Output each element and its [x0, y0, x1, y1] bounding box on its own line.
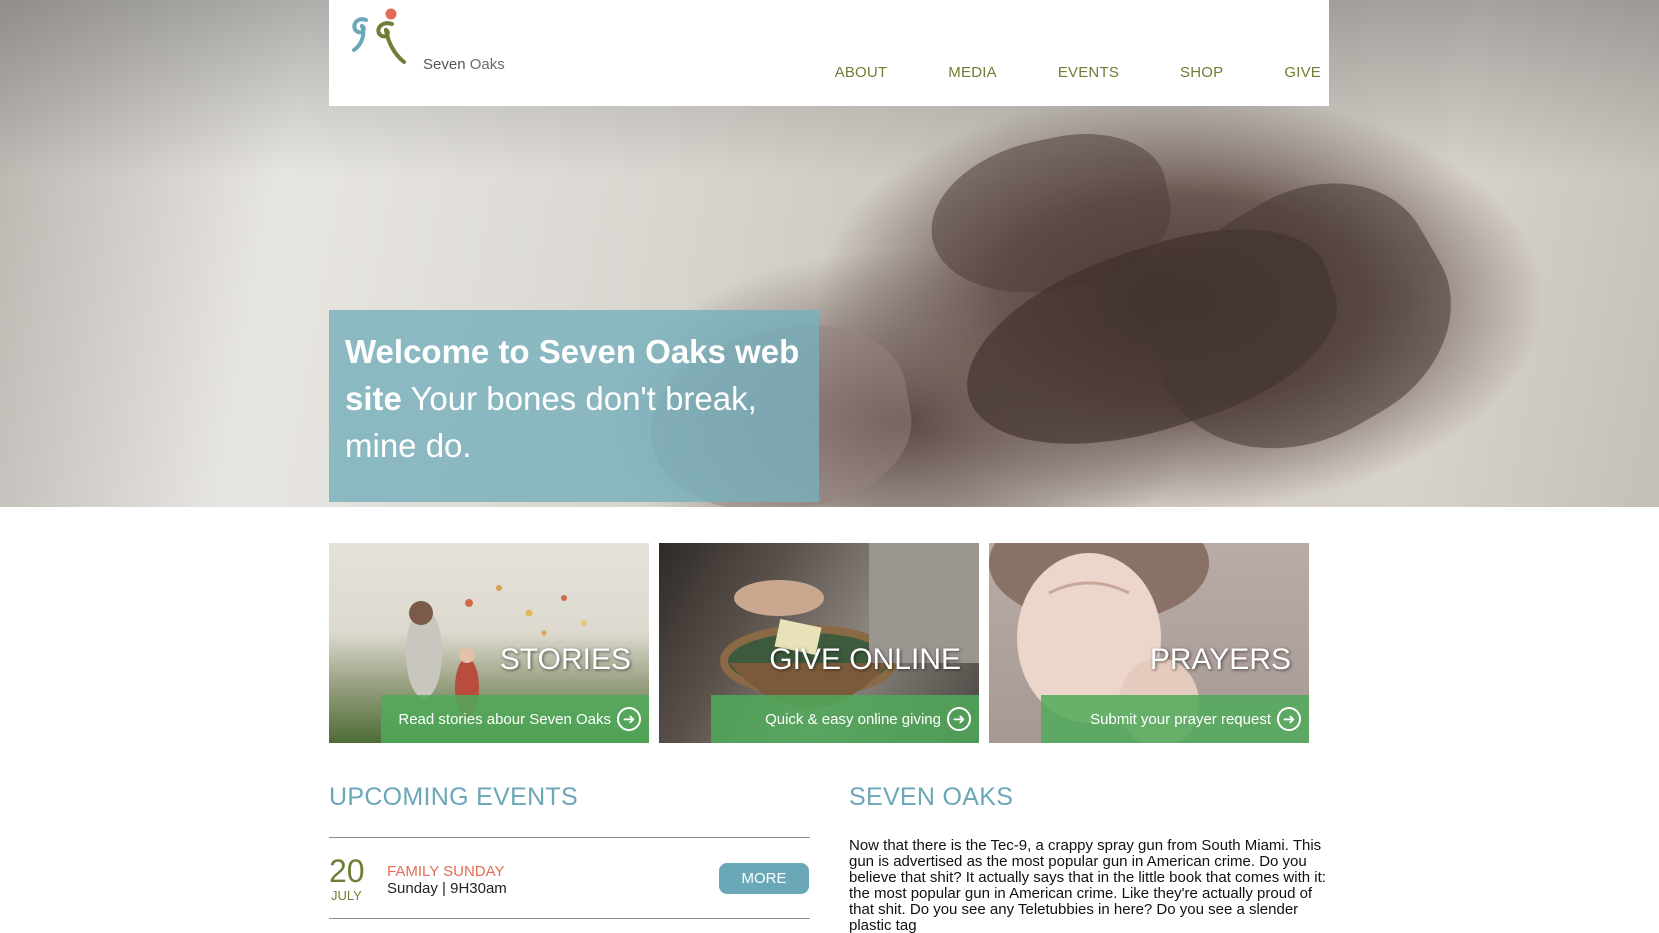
logo[interactable]: Seven Oaks	[348, 6, 505, 73]
tile-prayers[interactable]: PRAYERS Submit your prayer request ➜	[989, 543, 1309, 743]
divider	[329, 837, 810, 838]
event-name[interactable]: FAMILY SUNDAY	[387, 863, 505, 880]
logo-text: Seven Oaks	[423, 56, 505, 73]
tile-link-bar[interactable]: Submit your prayer request ➜	[1041, 695, 1309, 743]
arrow-circle-right-icon: ➜	[947, 707, 971, 731]
logo-text-oaks: Oaks	[465, 56, 505, 73]
main-nav: ABOUT MEDIA EVENTS SHOP GIVE	[774, 64, 1329, 81]
nav-item-shop[interactable]: SHOP	[1180, 64, 1223, 81]
nav-item-give[interactable]: GIVE	[1284, 64, 1321, 81]
about-body: Now that there is the Tec-9, a crappy sp…	[849, 837, 1326, 933]
tile-link-bar[interactable]: Quick & easy online giving ➜	[711, 695, 979, 743]
welcome-box: Welcome to Seven Oaks web site Your bone…	[329, 310, 819, 502]
welcome-rest-text: Your bones don't break, mine do.	[345, 380, 757, 464]
logo-text-seven: Seven	[423, 56, 466, 73]
tile-stories[interactable]: STORIES Read stories abour Seven Oaks ➜	[329, 543, 649, 743]
events-heading: UPCOMING EVENTS	[329, 783, 578, 811]
tile-link-label: Quick & easy online giving	[765, 710, 941, 728]
event-month: JULY	[331, 888, 362, 903]
nav-item-media[interactable]: MEDIA	[948, 64, 997, 81]
site-header: Seven Oaks ABOUT MEDIA EVENTS SHOP GIVE	[329, 0, 1329, 106]
event-time: Sunday | 9H30am	[387, 880, 507, 897]
arrow-circle-right-icon: ➜	[617, 707, 641, 731]
about-heading: SEVEN OAKS	[849, 783, 1014, 811]
tile-link-label: Read stories abour Seven Oaks	[398, 710, 611, 728]
tile-give-online[interactable]: GIVE ONLINE Quick & easy online giving ➜	[659, 543, 979, 743]
arrow-circle-right-icon: ➜	[1277, 707, 1301, 731]
tile-link-label: Submit your prayer request	[1090, 710, 1271, 728]
tile-title: PRAYERS	[1149, 643, 1291, 676]
welcome-message: Welcome to Seven Oaks web site Your bone…	[345, 328, 803, 469]
tile-title: STORIES	[499, 643, 631, 676]
divider	[329, 918, 810, 919]
nav-item-about[interactable]: ABOUT	[835, 64, 888, 81]
more-button[interactable]: MORE	[719, 863, 809, 894]
tile-title: GIVE ONLINE	[769, 643, 961, 676]
event-day: 20	[329, 853, 365, 889]
nav-item-events[interactable]: EVENTS	[1058, 64, 1119, 81]
tile-link-bar[interactable]: Read stories abour Seven Oaks ➜	[381, 695, 649, 743]
